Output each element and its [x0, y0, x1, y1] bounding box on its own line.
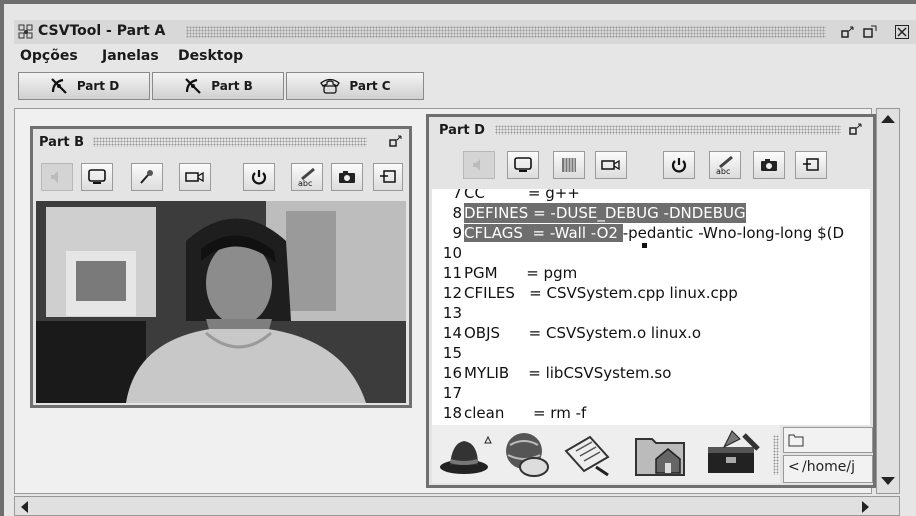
satellite-dish-icon [51, 78, 67, 94]
spellcheck-icon[interactable]: abc [709, 151, 741, 179]
part-b-window: Part B abc [30, 126, 412, 408]
app-icon [18, 24, 34, 40]
camera-icon[interactable] [595, 151, 627, 179]
exit-icon[interactable] [795, 151, 827, 179]
home-folder-icon[interactable] [634, 429, 692, 483]
window-title: CSVTool - Part A [38, 23, 166, 39]
code-line: 14 OBJS = CSVSystem.o linux.o [442, 324, 702, 342]
dock-grip [773, 435, 779, 475]
code-editor[interactable]: 7 CC = g++ 8 DEFINES = -DUSE_DEBUG -DNDEBU… [432, 189, 870, 425]
horizontal-scrollbar[interactable] [14, 496, 900, 516]
text-cursor [642, 243, 647, 248]
menu-janelas[interactable]: Janelas [102, 48, 159, 64]
tab-label: Part C [349, 79, 391, 93]
code-line: 15 [442, 344, 462, 362]
window-tabs: Part D Part B Part C [14, 72, 434, 100]
part-d-title-bar[interactable]: Part D [429, 117, 873, 143]
folder-button[interactable] [783, 427, 873, 453]
title-grip [186, 26, 826, 38]
code-line: 9 CFLAGS = -Wall -O2 -pedantic -Wno-long-… [452, 224, 845, 242]
spellcheck-icon[interactable]: abc [291, 163, 323, 191]
code-line: 10 [442, 244, 462, 262]
part-b-title-bar[interactable]: Part B [33, 129, 409, 155]
microphone-icon[interactable] [131, 163, 163, 191]
close-icon[interactable] [894, 24, 910, 40]
part-d-window: Part D abc 7 CC = g++ 8 DEFINES = -DUSE_DE… [426, 114, 876, 488]
code-line: 18 clean = rm -f [442, 404, 587, 422]
restore-icon[interactable] [849, 121, 863, 140]
part-b-title: Part B [39, 134, 85, 150]
speaker-icon[interactable] [41, 163, 73, 191]
title-grip [495, 125, 841, 135]
title-grip [93, 137, 367, 147]
tab-label: Part D [76, 79, 120, 93]
hat-icon[interactable] [438, 433, 494, 481]
tab-part-c[interactable]: Part C [286, 72, 424, 100]
exit-icon[interactable] [373, 163, 403, 191]
speaker-icon[interactable] [463, 151, 495, 179]
dock-bar [432, 425, 780, 483]
folder-icon [788, 434, 804, 447]
camera-icon[interactable] [179, 163, 211, 191]
tab-part-b[interactable]: Part B [152, 72, 284, 100]
tab-label: Part B [211, 79, 253, 93]
svg-text:abc: abc [716, 167, 730, 175]
maximize-icon[interactable] [862, 24, 878, 40]
code-line: 7 CC = g++ [452, 189, 580, 202]
restore-icon[interactable] [389, 133, 403, 152]
selected-text: CFLAGS = -Wall -O2 [464, 224, 623, 242]
scroll-left-icon[interactable] [21, 501, 28, 513]
code-line: 17 [442, 384, 462, 402]
code-line: 11 PGM = pgm [442, 264, 578, 282]
code-line: 12 CFILES = CSVSystem.cpp linux.cpp [442, 284, 738, 302]
code-line: 13 [442, 304, 462, 322]
power-icon[interactable] [663, 151, 695, 179]
code-line: 16 MYLIB = libCSVSystem.so [442, 364, 672, 382]
piano-icon[interactable] [553, 151, 585, 179]
monitor-icon[interactable] [507, 151, 539, 179]
path-display[interactable]: </home/j [783, 455, 873, 483]
svg-text:abc: abc [298, 179, 312, 187]
back-icon: < [788, 459, 800, 475]
menu-bar: Opções Janelas Desktop [14, 48, 916, 70]
scroll-right-icon[interactable] [862, 501, 869, 513]
scroll-up-icon[interactable] [881, 115, 895, 123]
code-line: 8 DEFINES = -DUSE_DEBUG -DNDEBUG [452, 203, 746, 223]
notepad-icon[interactable] [562, 431, 612, 483]
tab-part-d[interactable]: Part D [18, 72, 150, 100]
satellite-dish-icon [185, 78, 201, 94]
vertical-scrollbar[interactable] [876, 108, 900, 494]
globe-mouse-icon[interactable] [500, 429, 552, 483]
menu-opcoes[interactable]: Opções [20, 48, 78, 64]
snapshot-icon[interactable] [753, 151, 785, 179]
minimize-icon[interactable] [840, 24, 856, 40]
snapshot-icon[interactable] [331, 163, 363, 191]
monitor-icon[interactable] [81, 163, 113, 191]
menu-desktop[interactable]: Desktop [178, 48, 243, 64]
phone-icon [320, 78, 341, 94]
scroll-down-icon[interactable] [881, 477, 895, 485]
toolbox-icon[interactable] [704, 429, 764, 483]
part-d-title: Part D [439, 122, 485, 138]
video-feed [36, 201, 406, 403]
power-icon[interactable] [243, 163, 275, 191]
